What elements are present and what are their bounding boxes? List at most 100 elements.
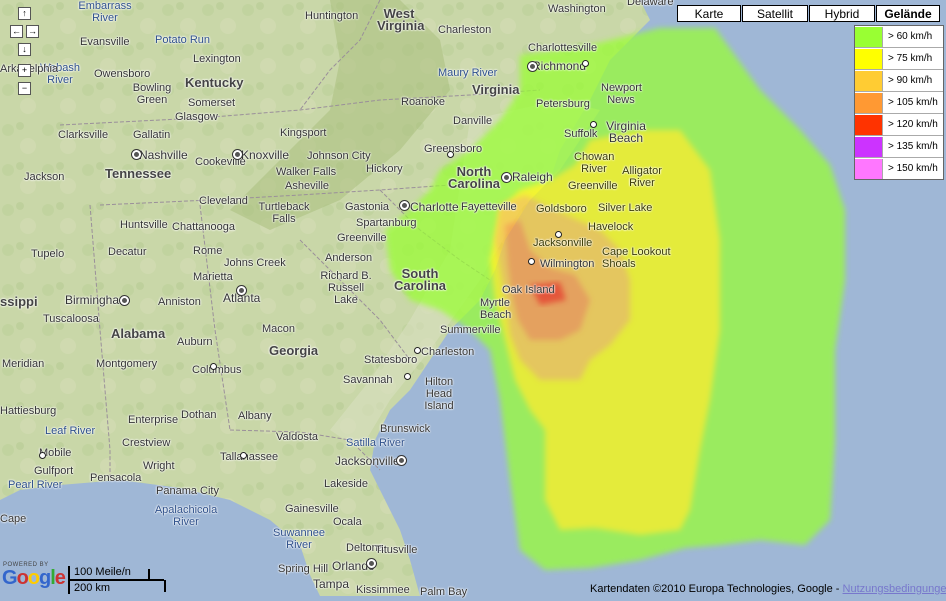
- legend-swatch: [855, 136, 883, 157]
- city-label: Jacksonville: [533, 237, 593, 249]
- city-label: Auburn: [177, 336, 213, 348]
- city-label: Albany: [238, 410, 272, 422]
- city-label: Palm Bay: [420, 586, 468, 598]
- map-type-hybrid-button[interactable]: Hybrid: [809, 5, 875, 22]
- city-label: Tupelo: [31, 248, 65, 260]
- legend-swatch: [855, 114, 883, 135]
- city-label: Tampa: [313, 577, 350, 591]
- lake-label: Richard B. Russell Lake: [320, 270, 372, 306]
- city-marker: [233, 150, 242, 159]
- city-label: Enterprise: [128, 414, 179, 426]
- map-type-gelaende-button[interactable]: Gelände: [876, 5, 940, 22]
- city-label: Oak Island: [502, 284, 555, 296]
- city-label: Cape: [0, 513, 27, 525]
- city-label: Huntington: [305, 10, 359, 22]
- city-label: Kissimmee: [356, 584, 410, 596]
- state-label: South Carolina: [393, 266, 446, 293]
- city-label: Raleigh: [512, 170, 553, 184]
- legend-label: > 90 km/h: [888, 75, 933, 86]
- river-label: Embarrass River: [78, 0, 132, 24]
- legend-label: > 120 km/h: [888, 119, 938, 130]
- map-type-satellit-button[interactable]: Satellit: [742, 5, 808, 22]
- city-label: Tallahassee: [220, 451, 279, 463]
- city-label: Wright: [143, 460, 175, 472]
- city-label: Charleston: [438, 24, 492, 36]
- city-label: Huntsville: [120, 219, 168, 231]
- legend-row: > 75 km/h: [855, 48, 943, 70]
- river-label: Apalachicola River: [154, 504, 218, 528]
- river-label: Satilla River: [346, 437, 405, 449]
- city-marker: [404, 373, 411, 380]
- state-label: Kentucky: [185, 75, 244, 90]
- map-type-karte-button[interactable]: Karte: [677, 5, 741, 22]
- legend-label: > 105 km/h: [888, 97, 938, 108]
- google-logo[interactable]: Google: [2, 567, 66, 590]
- city-label: Jacksonville: [335, 454, 400, 468]
- city-label: Clarksville: [58, 129, 109, 141]
- city-marker: [132, 150, 141, 159]
- state-label: Virginia: [472, 82, 520, 97]
- city-label: Myrtle Beach: [480, 297, 512, 321]
- city-marker: [590, 121, 597, 128]
- city-label: Wilmington: [540, 258, 595, 270]
- city-label: Nashville: [139, 148, 188, 162]
- city-label: Decatur: [108, 246, 147, 258]
- river-label: Suwannee River: [273, 527, 325, 551]
- city-marker: [400, 201, 409, 210]
- city-label: Lexington: [193, 53, 241, 65]
- city-label: Panama City: [156, 485, 219, 497]
- city-label: Tuscaloosa: [43, 313, 99, 325]
- state-label: Alabama: [111, 326, 166, 341]
- city-label: Asheville: [285, 180, 330, 192]
- island-label: Hilton Head Island: [424, 376, 454, 412]
- city-label: Johns Creek: [224, 257, 286, 269]
- city-label: Lakeside: [324, 478, 369, 490]
- attribution-text: Kartendaten ©2010 Europa Technologies, G…: [590, 583, 843, 595]
- city-marker: [582, 60, 589, 67]
- terms-link[interactable]: Nutzungsbedingungen: [843, 583, 946, 595]
- city-label: Greenville: [568, 180, 618, 192]
- legend-row: > 105 km/h: [855, 92, 943, 114]
- river-label: Potato Run: [155, 34, 211, 46]
- pan-right-button[interactable]: →: [26, 25, 39, 38]
- legend-swatch: [855, 92, 883, 113]
- city-label: Charlotte: [410, 200, 459, 214]
- city-label: Owensboro: [94, 68, 151, 80]
- city-label: Gastonia: [345, 201, 390, 213]
- city-marker: [367, 559, 376, 568]
- pan-up-button[interactable]: ↑: [18, 7, 31, 20]
- map-type-control: Karte Satellit Hybrid Gelände: [677, 5, 941, 22]
- city-label: Johnson City: [307, 150, 371, 162]
- city-label: Glasgow: [175, 111, 218, 123]
- city-label: Charlottesville: [528, 42, 598, 54]
- city-label: Knoxville: [241, 148, 290, 162]
- city-marker: [555, 231, 562, 238]
- zoom-in-button[interactable]: +: [18, 64, 31, 77]
- zoom-out-button[interactable]: −: [18, 82, 31, 95]
- city-marker: [447, 151, 454, 158]
- pan-left-button[interactable]: ←: [10, 25, 23, 38]
- city-marker: [240, 452, 247, 459]
- city-label: Titusville: [375, 544, 418, 556]
- city-label: Montgomery: [96, 358, 158, 370]
- city-label: Evansville: [80, 36, 130, 48]
- city-label: Gainesville: [285, 503, 339, 515]
- terrain-map[interactable]: Washington Delaware Huntington Charlesto…: [0, 0, 946, 598]
- city-label: Spring Hill: [278, 563, 329, 575]
- city-label: Spartanburg: [356, 217, 417, 229]
- city-label: Gulfport: [34, 465, 74, 477]
- city-label: Marietta: [193, 271, 233, 283]
- city-label: Anderson: [325, 252, 373, 264]
- pan-down-button[interactable]: ↓: [18, 43, 31, 56]
- legend-label: > 150 km/h: [888, 163, 938, 174]
- city-label: Turtleback Falls: [258, 201, 310, 225]
- legend-row: > 60 km/h: [855, 26, 943, 48]
- city-label: Richmond: [532, 59, 587, 73]
- state-label: Delaware: [627, 0, 674, 8]
- state-label: Tennessee: [105, 166, 172, 181]
- city-label: Somerset: [188, 97, 236, 109]
- city-label: Goldsboro: [536, 203, 587, 215]
- river-label: Maury River: [438, 67, 498, 79]
- city-marker: [237, 286, 246, 295]
- city-label: Walker Falls: [276, 166, 337, 178]
